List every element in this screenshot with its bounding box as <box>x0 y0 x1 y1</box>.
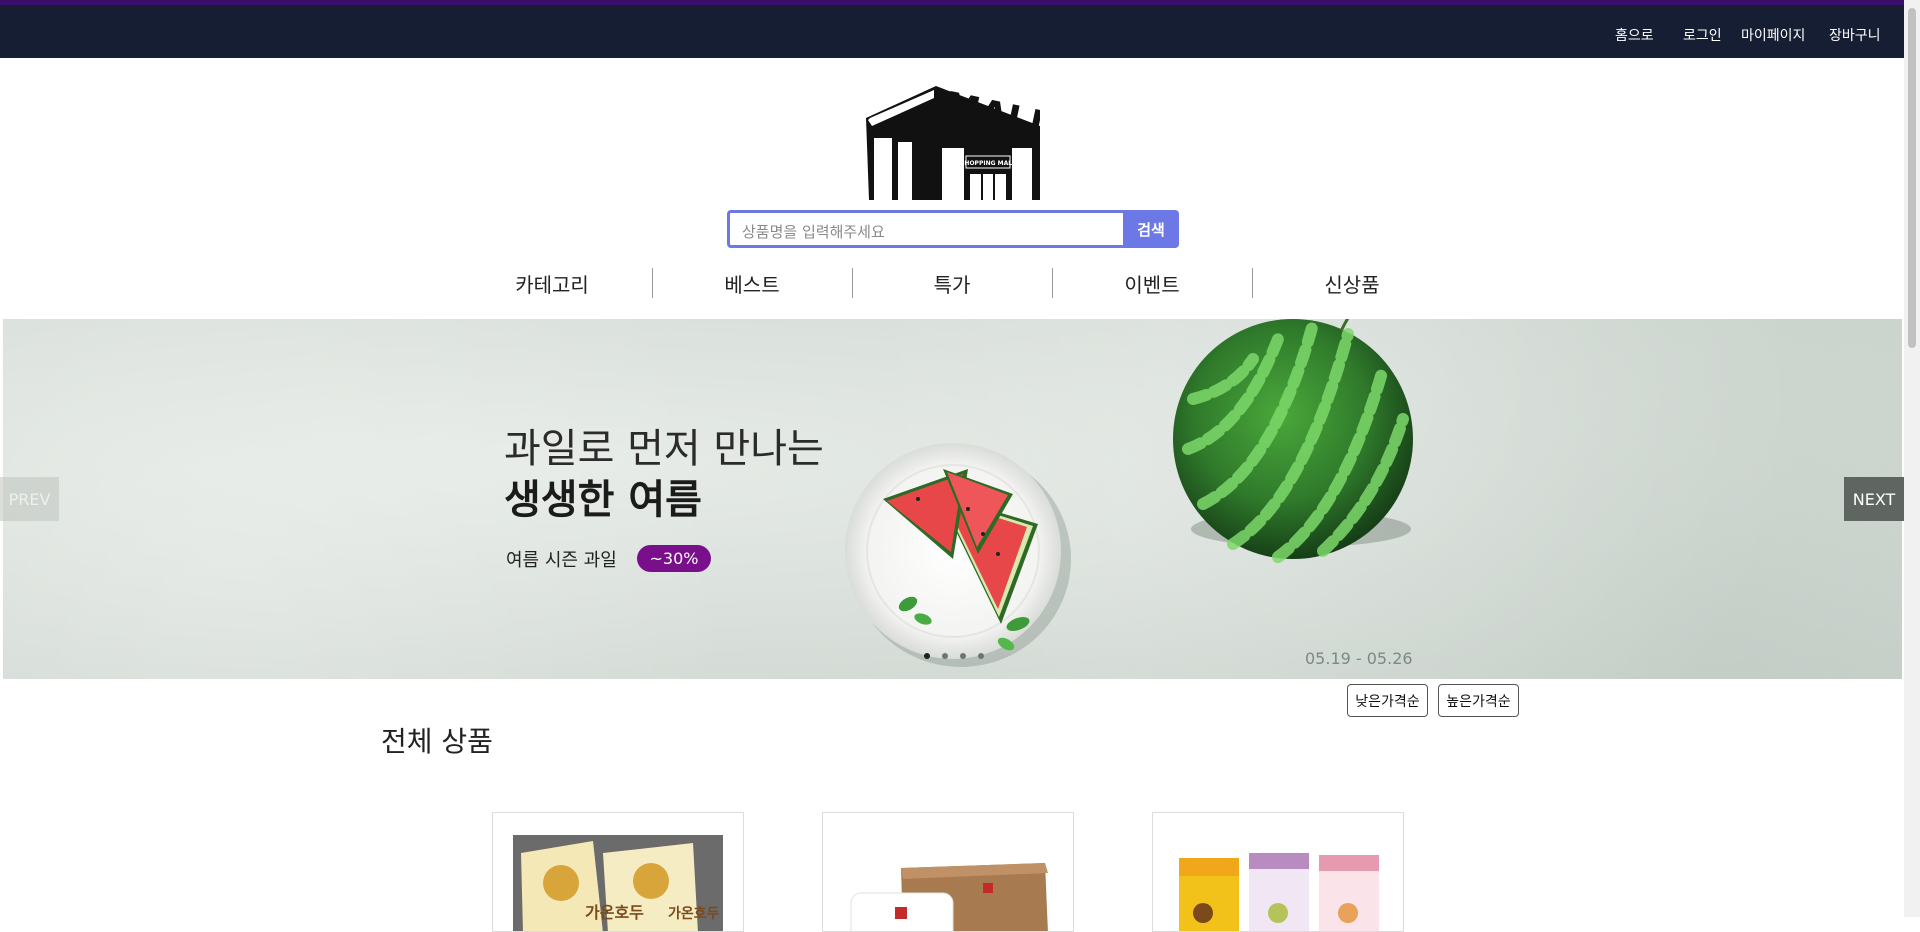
scrollbar-thumb[interactable] <box>1908 8 1916 348</box>
search-placeholder: 상품명을 입력해주세요 <box>742 223 885 241</box>
top-bar: 홈으로 로그인 마이페이지 장바구니 <box>0 5 1904 58</box>
watermelon-illustration <box>845 319 1413 667</box>
hero-banner[interactable]: 과일로 먼저 만나는 생생한 여름 여름 시즌 과일 ~30% 05.19 - … <box>3 319 1902 679</box>
product-image-3 <box>1179 853 1379 931</box>
nav-cart-link[interactable]: 장바구니 <box>1829 25 1881 45</box>
nav-mypage-link[interactable]: 마이페이지 <box>1741 25 1805 45</box>
search-button[interactable]: 검색 <box>1123 210 1179 248</box>
menu-item-special[interactable]: 특가 <box>852 268 1052 298</box>
product-card-3[interactable] <box>1152 812 1404 932</box>
banner-headline-1: 과일로 먼저 만나는 <box>504 426 824 472</box>
product-card-1[interactable]: 가온호두 가온호두 <box>492 812 744 932</box>
nav-home-link[interactable]: 홈으로 <box>1615 25 1654 45</box>
product-image-2 <box>850 863 1048 931</box>
menu-item-event[interactable]: 이벤트 <box>1052 268 1252 298</box>
banner-date: 05.19 - 05.26 <box>1305 649 1413 668</box>
nav-login-link[interactable]: 로그인 <box>1683 25 1722 45</box>
discount-badge: ~30% <box>637 545 711 572</box>
banner-next-button[interactable]: NEXT <box>1844 477 1904 521</box>
product-image-1: 가온호두 가온호두 <box>513 835 723 931</box>
menu-item-category[interactable]: 카테고리 <box>452 268 652 298</box>
product-image-1-label-2: 가온호두 <box>668 906 720 922</box>
product-card-2[interactable] <box>822 812 1074 932</box>
page-scrollbar[interactable] <box>1904 0 1920 917</box>
product-image-1-label: 가온호두 <box>585 903 644 922</box>
banner-headline-2: 생생한 여름 <box>504 477 702 523</box>
sort-low-price-button[interactable]: 낮은가격순 <box>1347 684 1428 717</box>
slide-dot-2[interactable] <box>942 653 948 659</box>
slide-dot-4[interactable] <box>978 653 984 659</box>
menu-item-best[interactable]: 베스트 <box>652 268 852 298</box>
mall-logo[interactable]: SHOPPING MALL MALL <box>866 78 1056 200</box>
logo-sign-text: SHOPPING MALL <box>960 160 1016 167</box>
menu-item-new[interactable]: 신상품 <box>1252 268 1452 298</box>
slide-indicators <box>924 653 984 659</box>
products-section-title: 전체 상품 <box>381 725 493 758</box>
slide-dot-3[interactable] <box>960 653 966 659</box>
banner-prev-button[interactable]: PREV <box>0 477 59 521</box>
search-input[interactable]: 상품명을 입력해주세요 <box>727 210 1178 248</box>
banner-subtitle: 여름 시즌 과일 <box>506 550 617 571</box>
sort-high-price-button[interactable]: 높은가격순 <box>1438 684 1519 717</box>
slide-dot-1[interactable] <box>924 653 930 659</box>
